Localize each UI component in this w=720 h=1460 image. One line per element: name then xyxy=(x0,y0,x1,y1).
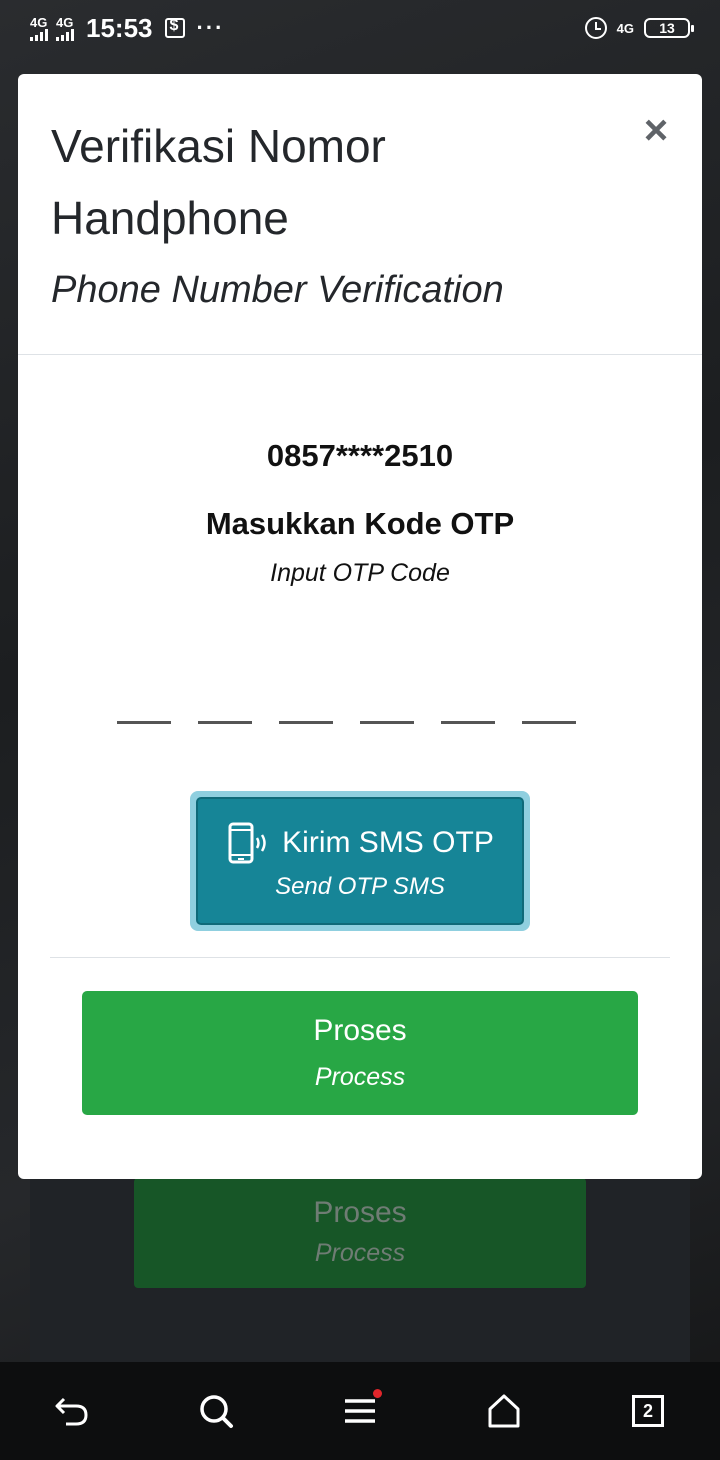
masked-phone-number: 0857****2510 xyxy=(266,438,454,473)
search-button[interactable] xyxy=(186,1381,246,1441)
menu-button[interactable] xyxy=(330,1381,390,1441)
send-sms-otp-button[interactable]: Kirim SMS OTP Send OTP SMS xyxy=(196,797,524,925)
otp-digit-input-6[interactable] xyxy=(522,684,576,724)
battery-icon: 13 xyxy=(644,18,694,38)
background-process-label: Proses xyxy=(313,1196,407,1229)
home-icon xyxy=(488,1394,520,1428)
otp-input-group xyxy=(117,684,577,724)
signal-icon: 4G xyxy=(30,16,48,41)
status-right-group: 4G 13 xyxy=(584,17,694,39)
process-sublabel: Process xyxy=(314,1063,406,1091)
close-icon: × xyxy=(643,106,669,153)
send-sms-otp-focus-ring: Kirim SMS OTP Send OTP SMS xyxy=(190,791,530,931)
otp-title: Masukkan Kode OTP xyxy=(205,506,515,541)
process-button[interactable]: Proses Process xyxy=(82,991,638,1115)
background-process-sublabel: Process xyxy=(314,1239,406,1267)
search-icon xyxy=(200,1395,233,1428)
close-button[interactable]: × xyxy=(640,106,672,153)
otp-digit-input-5[interactable] xyxy=(441,684,495,724)
status-bar: 4G 4G 15:53 ··· 4G 13 xyxy=(0,0,720,56)
modal-header: Verifikasi Nomor Handphone Phone Number … xyxy=(18,74,702,355)
modal-title: Verifikasi Nomor Handphone xyxy=(51,120,386,244)
otp-digit-input-3[interactable] xyxy=(279,684,333,724)
signal-icon: 4G xyxy=(56,16,74,41)
more-notifications-icon: ··· xyxy=(196,15,225,40)
bottom-navigation-bar: 2 xyxy=(0,1362,720,1460)
tabs-button[interactable]: 2 xyxy=(618,1381,678,1441)
modal-divider xyxy=(50,957,670,958)
status-time: 15:53 xyxy=(86,12,153,43)
battery-level: 13 xyxy=(659,20,675,36)
verification-modal: Verifikasi Nomor Handphone Phone Number … xyxy=(18,74,702,1179)
otp-digit-input-4[interactable] xyxy=(360,684,414,724)
tabs-count: 2 xyxy=(642,1400,653,1421)
otp-digit-input-2[interactable] xyxy=(198,684,252,724)
back-icon xyxy=(55,1397,88,1426)
send-sms-otp-sublabel: Send OTP SMS xyxy=(275,873,445,900)
notification-dot xyxy=(373,1389,382,1398)
alarm-icon xyxy=(584,17,607,39)
send-sms-otp-main-row: Kirim SMS OTP xyxy=(226,821,494,865)
otp-subtitle: Input OTP Code xyxy=(270,559,450,587)
send-sms-otp-label: Kirim SMS OTP xyxy=(282,826,494,859)
network-4g-icon: 4G xyxy=(616,20,634,36)
mobile-vibrate-icon xyxy=(228,822,266,864)
network-type-label: 4G xyxy=(30,14,48,30)
otp-digit-input-1[interactable] xyxy=(117,684,171,724)
network-type-label: 4G xyxy=(56,14,74,30)
tabs-icon: 2 xyxy=(632,1395,664,1427)
process-label: Proses xyxy=(313,1014,407,1047)
back-button[interactable] xyxy=(42,1381,102,1441)
home-button[interactable] xyxy=(474,1381,534,1441)
sim-icon xyxy=(164,17,185,38)
modal-subtitle: Phone Number Verification xyxy=(51,269,504,311)
background-process-button: Proses Process xyxy=(134,1178,586,1288)
